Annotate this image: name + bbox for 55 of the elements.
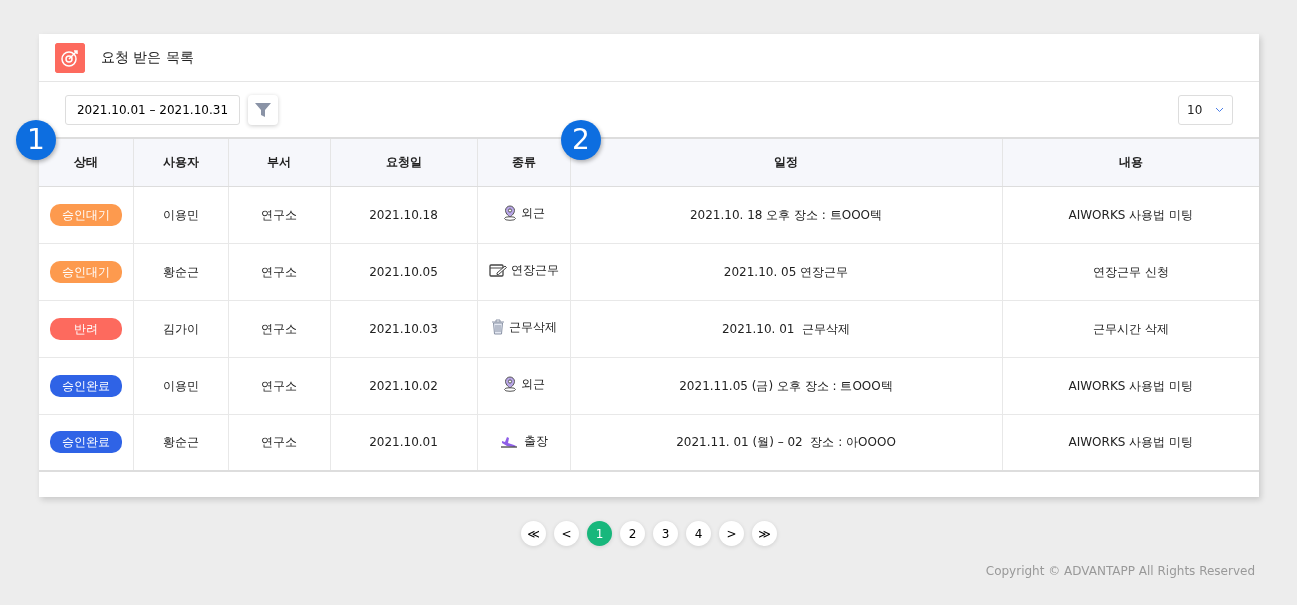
status-badge: 승인완료 <box>49 431 122 454</box>
user-cell: 이용민 <box>133 357 228 414</box>
copyright-text: Copyright © ADVANTAPP All Rights Reserved <box>985 563 1255 580</box>
chevron-down-icon <box>1215 106 1224 113</box>
status-badge: 반려 <box>49 317 122 340</box>
date-cell: 2021.10.01 <box>330 414 477 471</box>
schedule-cell: 2021.10. 18 오후 장소 : 트OOO텍 <box>570 186 1002 243</box>
schedule-cell: 2021.10. 05 연장근무 <box>570 243 1002 300</box>
date-cell: 2021.10.05 <box>330 243 477 300</box>
target-icon <box>55 42 85 73</box>
column-header: 부서 <box>228 138 330 186</box>
schedule-cell: 2021.11. 01 (월) – 02 장소 : 아OOOO <box>570 414 1002 471</box>
type-label: 외근 <box>520 375 545 393</box>
type-label: 출장 <box>523 432 548 450</box>
user-cell: 이용민 <box>133 186 228 243</box>
filter-button[interactable] <box>248 94 278 125</box>
column-header: 종류 <box>477 138 570 186</box>
content-cell: 근무시간 삭제 <box>1002 300 1259 357</box>
user-cell: 황순근 <box>133 243 228 300</box>
date-cell: 2021.10.02 <box>330 357 477 414</box>
page-button[interactable]: > <box>719 521 744 546</box>
column-header: 내용 <box>1002 138 1259 186</box>
page-button[interactable]: 3 <box>653 521 678 546</box>
page-button[interactable]: < <box>554 521 579 546</box>
page-size-select[interactable]: 10 <box>1178 94 1233 125</box>
date-cell: 2021.10.03 <box>330 300 477 357</box>
content-cell: 연장근무 신청 <box>1002 243 1259 300</box>
dept-cell: 연구소 <box>228 300 330 357</box>
user-cell: 황순근 <box>133 414 228 471</box>
page-button[interactable]: ≫ <box>752 521 777 546</box>
type-label: 외근 <box>520 204 545 222</box>
date-range-field[interactable]: 2021.10.01 – 2021.10.31 <box>65 94 240 125</box>
page-button[interactable]: ≪ <box>521 521 546 546</box>
content-cell: AIWORKS 사용법 미팅 <box>1002 414 1259 471</box>
schedule-cell: 2021.10. 01 근무삭제 <box>570 300 1002 357</box>
page-button[interactable]: 4 <box>686 521 711 546</box>
page-button[interactable]: 2 <box>620 521 645 546</box>
date-cell: 2021.10.18 <box>330 186 477 243</box>
dept-cell: 연구소 <box>228 243 330 300</box>
type-label: 연장근무 <box>510 262 559 279</box>
status-badge: 승인완료 <box>49 374 122 397</box>
schedule-cell: 2021.11.05 (금) 오후 장소 : 트OOO텍 <box>570 357 1002 414</box>
status-badge: 승인대기 <box>49 260 122 283</box>
type-label: 근무삭제 <box>508 318 557 336</box>
panel-title: 요청 받은 목록 <box>101 48 194 67</box>
funnel-icon <box>254 100 272 119</box>
column-header: 사용자 <box>133 138 228 186</box>
dept-cell: 연구소 <box>228 186 330 243</box>
dept-cell: 연구소 <box>228 357 330 414</box>
dept-cell: 연구소 <box>228 414 330 471</box>
user-cell: 김가이 <box>133 300 228 357</box>
content-cell: AIWORKS 사용법 미팅 <box>1002 357 1259 414</box>
status-badge: 승인대기 <box>49 203 122 226</box>
column-header: 요청일 <box>330 138 477 186</box>
content-cell: AIWORKS 사용법 미팅 <box>1002 186 1259 243</box>
